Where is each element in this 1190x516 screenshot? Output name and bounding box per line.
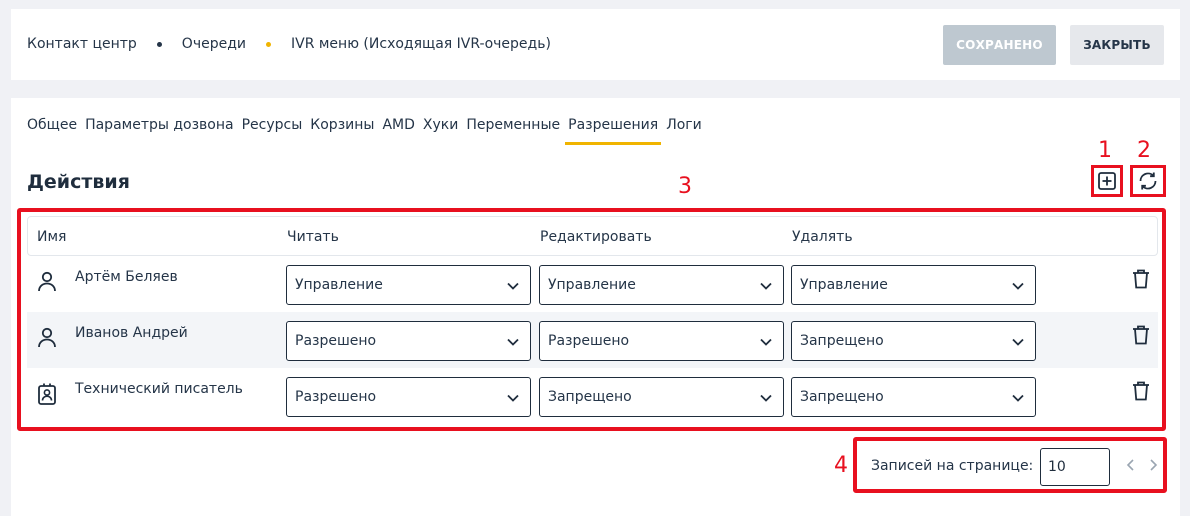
chevron-down-icon xyxy=(760,394,772,402)
refresh-button[interactable] xyxy=(1130,165,1166,197)
permissions-table: Имя Читать Редактировать Удалять Артём Б… xyxy=(27,216,1158,424)
tab-bar: Общее Параметры дозвона Ресурсы Корзины … xyxy=(27,117,710,145)
tab-dial-params[interactable]: Параметры дозвона xyxy=(85,117,234,133)
select-value: Запрещено xyxy=(800,333,884,349)
refresh-icon xyxy=(1139,172,1157,190)
annotation-2: 2 xyxy=(1137,138,1151,163)
trash-icon[interactable] xyxy=(1131,380,1151,402)
edit-permission-select[interactable]: Управление xyxy=(539,265,784,305)
tab-variables[interactable]: Переменные xyxy=(466,117,560,133)
edit-permission-select[interactable]: Разрешено xyxy=(539,321,784,361)
breadcrumb-item-contact-center[interactable]: Контакт центр xyxy=(27,36,137,52)
records-per-page-label: Записей на странице: xyxy=(871,458,1034,474)
close-button[interactable]: ЗАКРЫТЬ xyxy=(1070,25,1164,65)
breadcrumb: Контакт центр Очереди IVR меню (Исходяща… xyxy=(27,36,551,52)
trash-icon[interactable] xyxy=(1131,324,1151,346)
read-permission-select[interactable]: Управление xyxy=(286,265,531,305)
tab-buckets[interactable]: Корзины xyxy=(310,117,374,133)
delete-permission-select[interactable]: Запрещено xyxy=(791,321,1036,361)
annotation-1: 1 xyxy=(1098,138,1112,163)
tab-logs[interactable]: Логи xyxy=(666,117,702,133)
add-permission-button[interactable] xyxy=(1091,165,1123,197)
select-value: Запрещено xyxy=(548,389,632,405)
column-header-name: Имя xyxy=(37,229,67,245)
chevron-down-icon xyxy=(760,282,772,290)
user-icon xyxy=(38,271,56,292)
tab-hooks[interactable]: Хуки xyxy=(423,117,458,133)
edit-permission-select[interactable]: Запрещено xyxy=(539,377,784,417)
select-value: Разрешено xyxy=(548,333,630,349)
chevron-down-icon xyxy=(1012,338,1024,346)
chevron-left-icon[interactable] xyxy=(1125,458,1137,472)
trash-icon[interactable] xyxy=(1131,268,1151,290)
select-value: Запрещено xyxy=(800,389,884,405)
chevron-down-icon xyxy=(1012,282,1024,290)
saved-button[interactable]: СОХРАНЕНО xyxy=(943,25,1056,65)
select-value: Разрешено xyxy=(295,333,377,349)
table-row: Иванов Андрей Разрешено Разрешено Запрещ… xyxy=(27,312,1158,368)
tab-amd[interactable]: AMD xyxy=(382,117,414,133)
tab-resources[interactable]: Ресурсы xyxy=(242,117,303,133)
plus-square-icon xyxy=(1098,172,1116,190)
table-header: Имя Читать Редактировать Удалять xyxy=(27,216,1158,256)
permissions-table-highlight: Имя Читать Редактировать Удалять Артём Б… xyxy=(17,208,1166,431)
chevron-down-icon xyxy=(507,338,519,346)
section-title: Действия xyxy=(27,171,130,193)
role-badge-icon xyxy=(38,383,56,405)
annotation-4: 4 xyxy=(834,453,848,478)
user-name: Артём Беляев xyxy=(75,269,178,285)
select-value: Управление xyxy=(548,277,636,293)
column-header-read: Читать xyxy=(287,229,339,245)
breadcrumb-item-ivr-menu: IVR меню (Исходящая IVR-очередь) xyxy=(290,36,551,52)
select-value: Разрешено xyxy=(295,389,377,405)
annotation-3: 3 xyxy=(678,174,692,199)
column-header-edit: Редактировать xyxy=(540,229,652,245)
pagination-highlight: Записей на странице: 10 xyxy=(853,437,1167,493)
table-row: Технический писатель Разрешено Запрещено… xyxy=(27,368,1158,424)
column-header-delete: Удалять xyxy=(792,229,853,245)
records-per-page-input[interactable]: 10 xyxy=(1040,448,1110,486)
select-value: Управление xyxy=(295,277,383,293)
main-card: Общее Параметры дозвона Ресурсы Корзины … xyxy=(11,98,1180,516)
chevron-right-icon[interactable] xyxy=(1147,458,1159,472)
chevron-down-icon xyxy=(1012,394,1024,402)
breadcrumb-separator-dot xyxy=(156,41,162,47)
chevron-down-icon xyxy=(760,338,772,346)
user-name: Иванов Андрей xyxy=(75,325,188,341)
read-permission-select[interactable]: Разрешено xyxy=(286,321,531,361)
user-icon xyxy=(38,327,56,348)
breadcrumb-item-queues[interactable]: Очереди xyxy=(182,36,246,52)
delete-permission-select[interactable]: Запрещено xyxy=(791,377,1036,417)
table-row: Артём Беляев Управление Управление Управ… xyxy=(27,256,1158,312)
chevron-down-icon xyxy=(507,394,519,402)
chevron-down-icon xyxy=(507,282,519,290)
breadcrumb-separator-dot xyxy=(265,41,271,47)
tab-general[interactable]: Общее xyxy=(27,117,77,133)
user-name: Технический писатель xyxy=(75,381,243,397)
select-value: Управление xyxy=(800,277,888,293)
tab-permissions[interactable]: Разрешения xyxy=(565,117,662,145)
top-bar: Контакт центр Очереди IVR меню (Исходяща… xyxy=(11,9,1180,80)
delete-permission-select[interactable]: Управление xyxy=(791,265,1036,305)
read-permission-select[interactable]: Разрешено xyxy=(286,377,531,417)
